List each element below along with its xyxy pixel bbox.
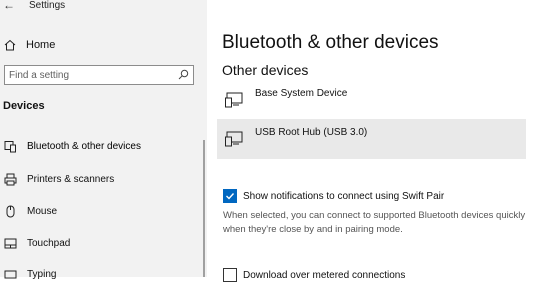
section-title-other-devices: Other devices [222,62,309,78]
section-heading-devices: Devices [3,100,45,112]
printer-icon [3,172,17,186]
metered-setting: Download over metered connections [223,268,405,282]
sidebar: ← Settings Home Devices Bluetooth & othe… [0,0,207,280]
home-label: Home [26,39,56,51]
sidebar-item-label: Printers & scanners [27,173,115,185]
bluetooth-devices-icon [3,139,17,153]
sidebar-item-label: Typing [27,268,57,280]
main-content: Bluetooth & other devices Other devices … [207,0,543,282]
search-icon[interactable] [178,69,189,80]
touchpad-icon [3,236,17,250]
device-icon [225,131,245,152]
page-title: Bluetooth & other devices [222,32,439,53]
device-row-usb-root-hub[interactable]: USB Root Hub (USB 3.0) [217,119,526,159]
checkmark-icon [226,193,235,200]
keyboard-icon [3,267,17,281]
swift-pair-setting: Show notifications to connect using Swif… [223,189,444,203]
sidebar-item-label: Touchpad [27,237,71,249]
device-row-base-system[interactable]: Base System Device [217,80,526,120]
sidebar-item-bluetooth[interactable]: Bluetooth & other devices [0,132,205,160]
device-icon [225,92,245,113]
device-name: Base System Device [255,88,348,99]
swift-pair-checkbox[interactable] [223,189,237,203]
sidebar-item-touchpad[interactable]: Touchpad [0,229,205,257]
home-icon [4,39,16,51]
sidebar-item-printers[interactable]: Printers & scanners [0,165,205,193]
swift-pair-label: Show notifications to connect using Swif… [243,190,445,202]
home-nav-item[interactable]: Home [4,37,55,53]
swift-pair-description: When selected, you can connect to suppor… [223,210,526,235]
back-arrow-icon[interactable]: ← [3,0,15,12]
sidebar-item-label: Mouse [27,205,58,217]
window-title: Settings [29,0,66,11]
mouse-icon [3,204,17,218]
sidebar-item-label: Bluetooth & other devices [27,140,141,152]
metered-checkbox[interactable] [223,268,237,282]
search-input[interactable] [9,68,174,82]
device-name: USB Root Hub (USB 3.0) [255,127,368,138]
sidebar-item-mouse[interactable]: Mouse [0,197,205,225]
sidebar-scrollbar[interactable] [203,140,205,277]
metered-label: Download over metered connections [243,269,406,281]
sidebar-item-typing[interactable]: Typing [0,260,205,288]
search-box[interactable] [4,65,194,85]
